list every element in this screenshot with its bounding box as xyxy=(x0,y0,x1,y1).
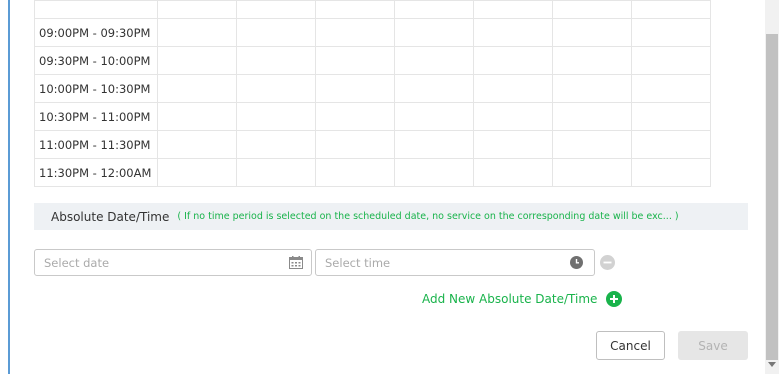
grid-row: 11:00PM - 11:30PM xyxy=(34,130,711,159)
grid-row: 09:00PM - 09:30PM xyxy=(34,18,711,47)
slot-cell[interactable] xyxy=(236,158,316,187)
time-cell xyxy=(34,0,158,19)
remove-row-icon[interactable] xyxy=(600,255,615,270)
slot-cell[interactable] xyxy=(394,158,474,187)
slot-cell[interactable] xyxy=(473,102,553,131)
absolute-datetime-header: Absolute Date/Time ( If no time period i… xyxy=(34,203,748,230)
calendar-icon[interactable] xyxy=(289,256,303,269)
slot-cell[interactable] xyxy=(394,0,474,19)
absolute-datetime-title: Absolute Date/Time xyxy=(51,209,170,224)
add-absolute-datetime-label[interactable]: Add New Absolute Date/Time xyxy=(422,292,597,306)
slot-cell[interactable] xyxy=(552,0,632,19)
slot-cell[interactable] xyxy=(473,130,553,159)
slot-cell[interactable] xyxy=(236,74,316,103)
slot-cell[interactable] xyxy=(552,130,632,159)
slot-cell[interactable] xyxy=(236,0,316,19)
time-label: 11:00PM - 11:30PM xyxy=(34,130,158,159)
absolute-datetime-hint: ( If no time period is selected on the s… xyxy=(177,211,679,222)
slot-cell[interactable] xyxy=(236,18,316,47)
slot-cell[interactable] xyxy=(394,130,474,159)
slot-cell[interactable] xyxy=(552,74,632,103)
slot-cell[interactable] xyxy=(631,130,711,159)
slot-cell[interactable] xyxy=(315,46,395,75)
slot-cell[interactable] xyxy=(631,46,711,75)
slot-cell[interactable] xyxy=(473,18,553,47)
slot-cell[interactable] xyxy=(157,46,237,75)
slot-cell[interactable] xyxy=(236,102,316,131)
time-label: 09:00PM - 09:30PM xyxy=(34,18,158,47)
time-picker-input[interactable]: Select time xyxy=(315,249,595,276)
time-label: 09:30PM - 10:00PM xyxy=(34,46,158,75)
grid-row: 11:30PM - 12:00AM xyxy=(34,158,711,187)
slot-cell[interactable] xyxy=(473,46,553,75)
scrollbar-thumb[interactable] xyxy=(766,34,778,360)
slot-cell[interactable] xyxy=(157,158,237,187)
slot-cell[interactable] xyxy=(631,0,711,19)
slot-cell[interactable] xyxy=(315,158,395,187)
slot-cell[interactable] xyxy=(236,130,316,159)
slot-cell[interactable] xyxy=(394,46,474,75)
slot-cell[interactable] xyxy=(552,102,632,131)
slot-cell[interactable] xyxy=(315,74,395,103)
plus-circle-icon[interactable] xyxy=(606,291,623,307)
slot-cell[interactable] xyxy=(552,46,632,75)
slot-cell[interactable] xyxy=(394,102,474,131)
slot-cell[interactable] xyxy=(394,18,474,47)
slot-cell[interactable] xyxy=(157,74,237,103)
clock-icon[interactable] xyxy=(570,256,583,269)
date-placeholder: Select date xyxy=(44,255,110,270)
scroll-down-icon[interactable] xyxy=(768,362,776,367)
date-picker-input[interactable]: Select date xyxy=(34,249,312,276)
grid-row: 10:00PM - 10:30PM xyxy=(34,74,711,103)
add-absolute-datetime-button[interactable]: Add New Absolute Date/Time xyxy=(422,291,623,307)
slot-cell[interactable] xyxy=(157,18,237,47)
slot-cell[interactable] xyxy=(631,158,711,187)
time-label: 10:30PM - 11:00PM xyxy=(34,102,158,131)
time-label: 11:30PM - 12:00AM xyxy=(34,158,158,187)
slot-cell[interactable] xyxy=(236,46,316,75)
slot-cell[interactable] xyxy=(157,0,237,19)
slot-cell[interactable] xyxy=(631,74,711,103)
grid-row: 10:30PM - 11:00PM xyxy=(34,102,711,131)
save-button[interactable]: Save xyxy=(678,331,748,360)
slot-cell[interactable] xyxy=(315,130,395,159)
time-label: 10:00PM - 10:30PM xyxy=(34,74,158,103)
slot-cell[interactable] xyxy=(473,74,553,103)
cancel-button[interactable]: Cancel xyxy=(596,331,665,360)
slot-cell[interactable] xyxy=(631,102,711,131)
slot-cell[interactable] xyxy=(631,18,711,47)
slot-cell[interactable] xyxy=(473,158,553,187)
schedule-grid: 09:00PM - 09:30PM 09:30PM - 10:00PM 10:0… xyxy=(34,0,711,187)
slot-cell[interactable] xyxy=(394,74,474,103)
slot-cell[interactable] xyxy=(157,102,237,131)
slot-cell[interactable] xyxy=(552,18,632,47)
slot-cell[interactable] xyxy=(552,158,632,187)
grid-row-top xyxy=(34,0,711,19)
slot-cell[interactable] xyxy=(315,18,395,47)
slot-cell[interactable] xyxy=(315,0,395,19)
vertical-scrollbar[interactable] xyxy=(765,0,779,374)
grid-row: 09:30PM - 10:00PM xyxy=(34,46,711,75)
slot-cell[interactable] xyxy=(473,0,553,19)
time-placeholder: Select time xyxy=(325,255,391,270)
slot-cell[interactable] xyxy=(315,102,395,131)
slot-cell[interactable] xyxy=(157,130,237,159)
